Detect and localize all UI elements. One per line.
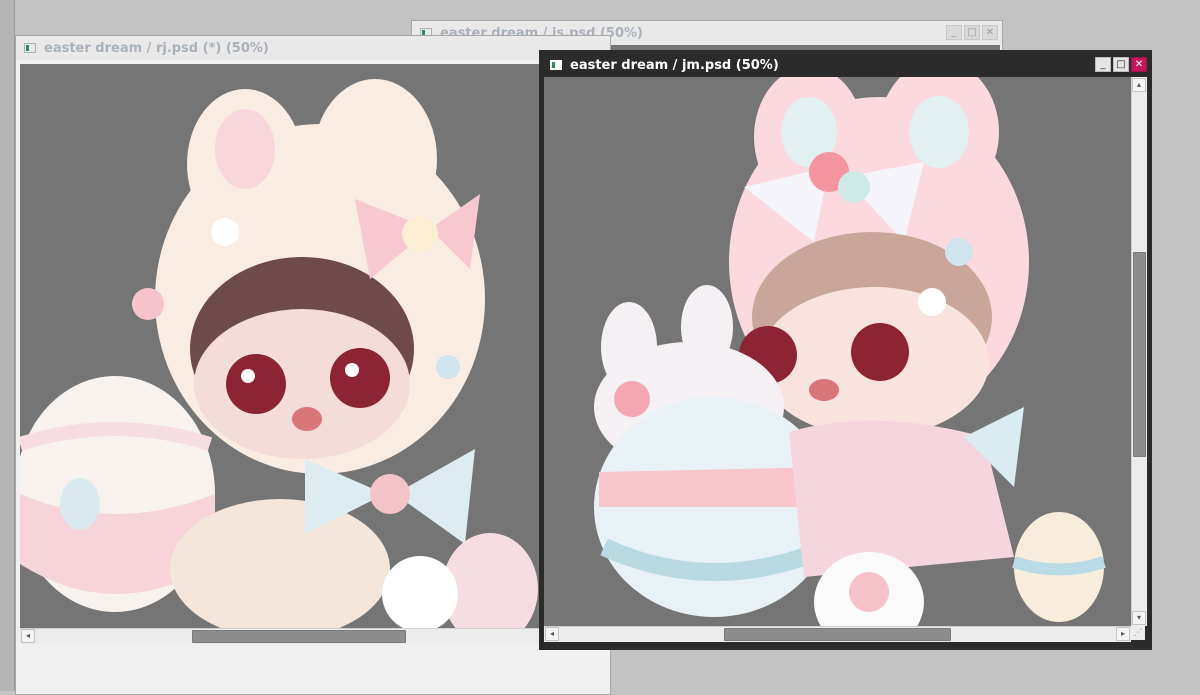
vertical-scrollbar-jm[interactable]: ▴ ▾ [1131, 77, 1147, 626]
scroll-right-button[interactable]: ▸ [1116, 627, 1130, 641]
horizontal-scrollbar-jm[interactable]: ◂ ▸ [544, 626, 1131, 642]
minimize-button[interactable]: _ [946, 25, 962, 40]
window-controls: _ □ ✕ [946, 25, 998, 40]
scroll-left-button[interactable]: ◂ [21, 629, 35, 643]
scrollbar-thumb[interactable] [724, 628, 951, 641]
horizontal-scrollbar-rj[interactable]: ◂ ▸ [20, 628, 608, 644]
scroll-up-button[interactable]: ▴ [1132, 78, 1146, 92]
maximize-button[interactable]: □ [1113, 57, 1129, 72]
scrollbar-thumb[interactable] [192, 630, 406, 643]
maximize-button[interactable]: □ [964, 25, 980, 40]
artwork-bunny-pink [594, 77, 1106, 626]
window-jm[interactable]: easter dream / jm.psd (50%) _ □ ✕ ▴ ▾ ◂ … [539, 50, 1152, 650]
minimize-button[interactable]: _ [1095, 57, 1111, 72]
titlebar-rj[interactable]: easter dream / rj.psd (*) (50%) [16, 36, 610, 60]
scroll-left-button[interactable]: ◂ [545, 627, 559, 641]
close-button[interactable]: ✕ [982, 25, 998, 40]
workspace-left-edge [0, 0, 15, 691]
titlebar-jm[interactable]: easter dream / jm.psd (50%) _ □ ✕ [542, 53, 1149, 77]
window-controls: _ □ ✕ [1095, 57, 1147, 72]
window-rj[interactable]: easter dream / rj.psd (*) (50%) ◂ [15, 35, 611, 695]
window-title: easter dream / jm.psd (50%) [570, 57, 779, 73]
canvas-jm[interactable] [544, 77, 1131, 626]
window-title: easter dream / rj.psd (*) (50%) [44, 40, 269, 56]
scroll-down-button[interactable]: ▾ [1132, 611, 1146, 625]
resize-grip-icon[interactable]: ⋰ [1131, 626, 1145, 640]
scrollbar-thumb[interactable] [1133, 252, 1146, 457]
document-icon [24, 43, 36, 53]
close-button[interactable]: ✕ [1131, 57, 1147, 72]
artwork-bunny-cream [20, 79, 538, 628]
canvas-rj[interactable] [20, 64, 608, 628]
document-icon [550, 60, 562, 70]
